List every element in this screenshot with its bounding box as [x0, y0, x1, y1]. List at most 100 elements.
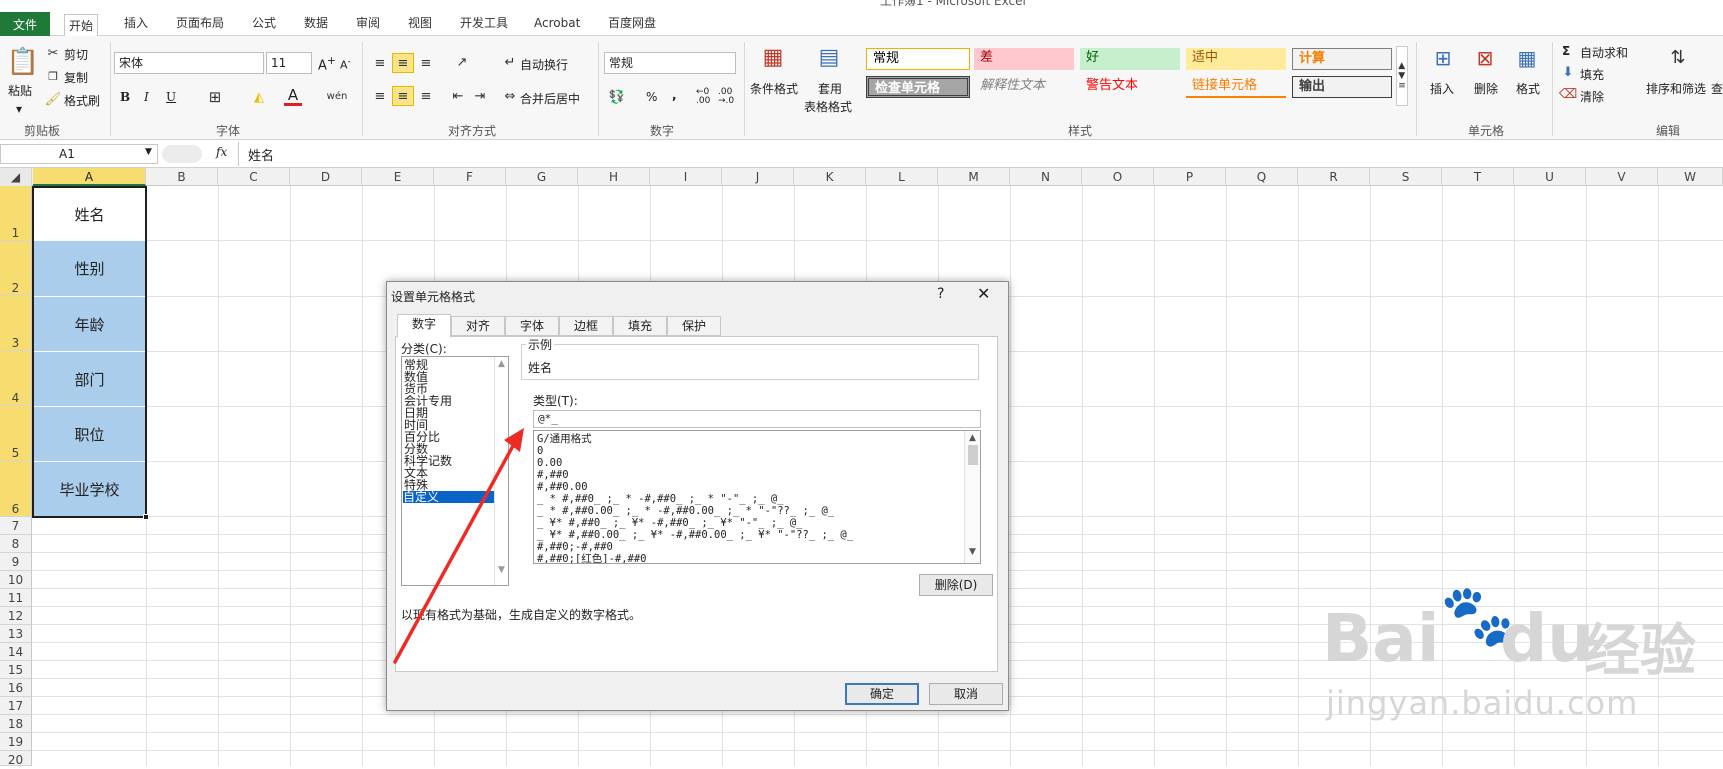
row-header[interactable]: 17	[0, 697, 32, 715]
fill-button[interactable]: 填充	[1580, 66, 1604, 83]
delete-cells-button[interactable]: 删除	[1474, 80, 1498, 97]
row-header[interactable]: 4	[0, 351, 32, 406]
row-header[interactable]: 9	[0, 553, 32, 571]
tab-page-layout[interactable]: 页面布局	[172, 12, 228, 36]
column-header[interactable]: J	[722, 168, 794, 186]
styles-scroll-icon[interactable]: ▲ ▼ ≡	[1396, 46, 1408, 106]
column-header[interactable]: M	[938, 168, 1010, 186]
category-list[interactable]: 常规 数值 货币 会计专用 日期 时间 百分比 分数 科学记数 文本 特殊 自定…	[401, 356, 509, 586]
column-header[interactable]: Q	[1226, 168, 1298, 186]
font-name-select[interactable]: 宋体	[114, 52, 264, 74]
row-header[interactable]: 7	[0, 517, 32, 535]
tab-review[interactable]: 审阅	[352, 12, 384, 36]
align-top-icon[interactable]: ≡	[372, 56, 388, 71]
format-item[interactable]: 0.00	[537, 457, 562, 469]
ok-button[interactable]: 确定	[845, 683, 919, 705]
insert-cells-button[interactable]: 插入	[1430, 80, 1454, 97]
select-all-corner[interactable]: ◢	[0, 168, 32, 186]
tab-acrobat[interactable]: Acrobat	[530, 12, 584, 36]
format-item[interactable]: 0	[537, 445, 543, 457]
phonetic-icon[interactable]: wén	[326, 86, 348, 106]
column-header[interactable]: C	[218, 168, 290, 186]
row-header[interactable]: 8	[0, 535, 32, 553]
tab-baidu-netdisk[interactable]: 百度网盘	[604, 12, 660, 36]
tab-insert[interactable]: 插入	[120, 12, 152, 36]
align-middle-icon[interactable]: ≡	[392, 53, 414, 73]
format-as-table-line2[interactable]: 表格格式	[804, 98, 852, 115]
row-header[interactable]: 15	[0, 661, 32, 679]
shrink-font-icon[interactable]: A-	[340, 56, 351, 72]
style-normal[interactable]: 常规	[866, 48, 970, 70]
row-header[interactable]: 1	[0, 186, 32, 241]
underline-button[interactable]: U	[166, 90, 176, 104]
format-painter-button[interactable]: 格式刷	[64, 92, 100, 109]
delete-format-button[interactable]: 删除(D)	[919, 574, 993, 596]
increase-decimal-icon[interactable]: ←0.00	[696, 88, 710, 106]
format-item[interactable]: #,##0;-#,##0	[537, 541, 613, 553]
format-item[interactable]: #,##0.00	[537, 481, 588, 493]
row-header[interactable]: 18	[0, 715, 32, 733]
align-center-icon[interactable]: ≡	[392, 86, 414, 106]
conditional-format-button[interactable]: 条件格式	[750, 80, 798, 97]
row-header[interactable]: 19	[0, 733, 32, 751]
column-header[interactable]: A	[33, 168, 146, 186]
format-item[interactable]: #,##0	[537, 469, 569, 481]
dialog-tab-border[interactable]: 边框	[559, 316, 613, 336]
cancel-button[interactable]: 取消	[929, 683, 1003, 705]
copy-button[interactable]: 复制	[64, 69, 88, 86]
scroll-up-icon[interactable]: ▲	[965, 433, 980, 443]
style-calculation[interactable]: 计算	[1292, 48, 1392, 70]
scroll-down-icon[interactable]: ▼	[965, 547, 980, 557]
format-item[interactable]: _ * #,##0.00_ ;_ * -#,##0.00_ ;_ * "-"??…	[537, 505, 834, 517]
wrap-text-button[interactable]: 自动换行	[520, 56, 568, 73]
column-header[interactable]: F	[434, 168, 506, 186]
row-header[interactable]: 13	[0, 625, 32, 643]
column-header[interactable]: U	[1514, 168, 1586, 186]
row-header[interactable]: 20	[0, 751, 32, 767]
row-header[interactable]: 14	[0, 643, 32, 661]
align-left-icon[interactable]: ≡	[372, 89, 388, 104]
cut-button[interactable]: 剪切	[64, 46, 88, 63]
scroll-down-icon[interactable]: ▼	[495, 565, 508, 575]
format-item[interactable]: _ * #,##0_ ;_ * -#,##0_ ;_ * "-"_ ;_ @_	[537, 493, 784, 505]
fill-handle[interactable]	[143, 514, 149, 520]
tab-home[interactable]: 开始	[64, 14, 99, 38]
row-header[interactable]: 5	[0, 406, 32, 461]
currency-icon[interactable]: 💱	[606, 88, 628, 106]
style-output[interactable]: 输出	[1292, 76, 1392, 98]
tab-data[interactable]: 数据	[300, 12, 332, 36]
percent-button[interactable]: %	[646, 90, 657, 104]
style-linked-cell[interactable]: 链接单元格	[1186, 76, 1286, 98]
column-header[interactable]: L	[866, 168, 938, 186]
column-header[interactable]: P	[1154, 168, 1226, 186]
close-button[interactable]: ✕	[977, 284, 990, 303]
name-box[interactable]: A1 ▼	[0, 144, 158, 164]
dialog-tab-fill[interactable]: 填充	[613, 316, 667, 336]
find-button[interactable]: 查	[1711, 80, 1723, 97]
formula-bar-handle[interactable]	[162, 145, 202, 163]
style-explanatory[interactable]: 解释性文本	[974, 76, 1074, 98]
bold-button[interactable]: B	[120, 90, 130, 104]
name-box-dropdown-icon[interactable]: ▼	[145, 147, 152, 157]
fx-icon[interactable]: fx	[216, 145, 227, 159]
dialog-tab-alignment[interactable]: 对齐	[451, 316, 505, 336]
clear-button[interactable]: 清除	[1580, 88, 1604, 105]
font-size-select[interactable]: 11	[266, 52, 312, 74]
column-header[interactable]: W	[1658, 168, 1723, 186]
format-item[interactable]: _ ¥* #,##0_ ;_ ¥* -#,##0_ ;_ ¥* "-"_ ;_ …	[537, 517, 803, 529]
tab-developer[interactable]: 开发工具	[456, 12, 512, 36]
autosum-button[interactable]: 自动求和	[1580, 44, 1628, 61]
category-scrollbar[interactable]: ▲ ▼	[494, 357, 508, 585]
column-header[interactable]: G	[506, 168, 578, 186]
comma-button[interactable]: ,	[672, 88, 677, 102]
tab-view[interactable]: 视图	[404, 12, 436, 36]
row-header[interactable]: 11	[0, 589, 32, 607]
format-item[interactable]: G/通用格式	[537, 433, 592, 445]
style-good[interactable]: 好	[1080, 48, 1180, 70]
row-header[interactable]: 12	[0, 607, 32, 625]
fill-color-icon[interactable]: ◭	[250, 88, 268, 106]
format-scrollbar[interactable]: ▲ ▼	[964, 431, 980, 563]
formula-input[interactable]: 姓名	[248, 145, 274, 164]
format-item[interactable]: #,##0;[红色]-#,##0	[537, 553, 647, 563]
style-warning[interactable]: 警告文本	[1080, 76, 1180, 98]
